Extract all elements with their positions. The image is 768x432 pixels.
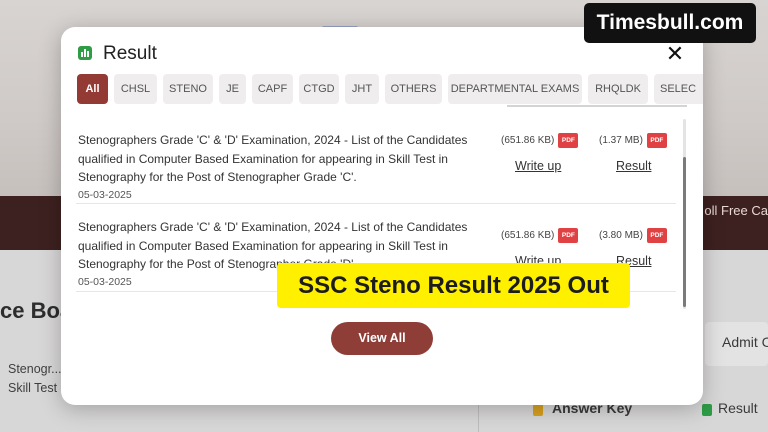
chart-bar-icon <box>78 46 92 60</box>
tab-jht[interactable]: JHT <box>345 74 379 104</box>
background-band-text: oll Free Ca <box>704 203 768 218</box>
tab-rhqldk[interactable]: RHQLDK <box>588 74 648 104</box>
result-file: (3.80 MB) PDF <box>599 228 667 243</box>
tab-chsl[interactable]: CHSL <box>114 74 157 104</box>
pdf-icon[interactable]: PDF <box>646 133 667 148</box>
file-size: (651.86 KB) <box>501 230 555 242</box>
background-result-link[interactable]: Result <box>718 400 758 416</box>
modal-title: Result <box>103 43 157 64</box>
tab-steno[interactable]: STENO <box>163 74 213 104</box>
category-tabs: All CHSL STENO JE CAPF CTGD JHT OTHERS D… <box>77 74 703 106</box>
result-title: Stenographers Grade 'C' & 'D' Examinatio… <box>78 133 468 184</box>
row-divider <box>76 203 676 204</box>
tab-all[interactable]: All <box>77 74 108 104</box>
tab-capf[interactable]: CAPF <box>252 74 293 104</box>
pdf-icon[interactable]: PDF <box>558 133 579 148</box>
tab-ctgd[interactable]: CTGD <box>299 74 339 104</box>
result-date: 05-03-2025 <box>78 189 132 201</box>
pdf-icon[interactable]: PDF <box>646 228 667 243</box>
background-admit-card-label: Admit C <box>722 334 768 350</box>
list-scrollbar[interactable] <box>683 119 686 309</box>
file-size: (3.80 MB) <box>599 230 643 242</box>
site-watermark: Timesbull.com <box>584 3 756 43</box>
headline-banner: SSC Steno Result 2025 Out <box>277 263 630 308</box>
tab-others[interactable]: OTHERS <box>385 74 442 104</box>
tab-je[interactable]: JE <box>219 74 246 104</box>
pdf-icon[interactable]: PDF <box>558 228 579 243</box>
writeup-link[interactable]: Write up <box>515 159 561 173</box>
scrollbar-thumb[interactable] <box>683 157 686 307</box>
close-icon[interactable]: ✕ <box>665 43 685 65</box>
background-divider <box>478 404 479 432</box>
view-all-button[interactable]: View All <box>331 322 433 355</box>
list-item: Stenographers Grade 'C' & 'D' Examinatio… <box>76 131 676 211</box>
answer-key-icon <box>533 404 543 416</box>
writeup-file: (651.86 KB) PDF <box>501 228 579 243</box>
tab-departmental-exams[interactable]: DEPARTMENTAL EXAMS <box>448 74 582 104</box>
file-size: (651.86 KB) <box>501 135 555 147</box>
file-size: (1.37 MB) <box>599 135 643 147</box>
result-date: 05-03-2025 <box>78 276 132 288</box>
result-file: (1.37 MB) PDF <box>599 133 667 148</box>
tab-selection[interactable]: SELEC <box>654 74 703 104</box>
result-icon <box>702 404 712 416</box>
tab-scroll-indicator <box>507 105 687 107</box>
writeup-file: (651.86 KB) PDF <box>501 133 579 148</box>
result-modal: Result ✕ All CHSL STENO JE CAPF CTGD JHT… <box>61 27 703 405</box>
result-link[interactable]: Result <box>616 159 651 173</box>
